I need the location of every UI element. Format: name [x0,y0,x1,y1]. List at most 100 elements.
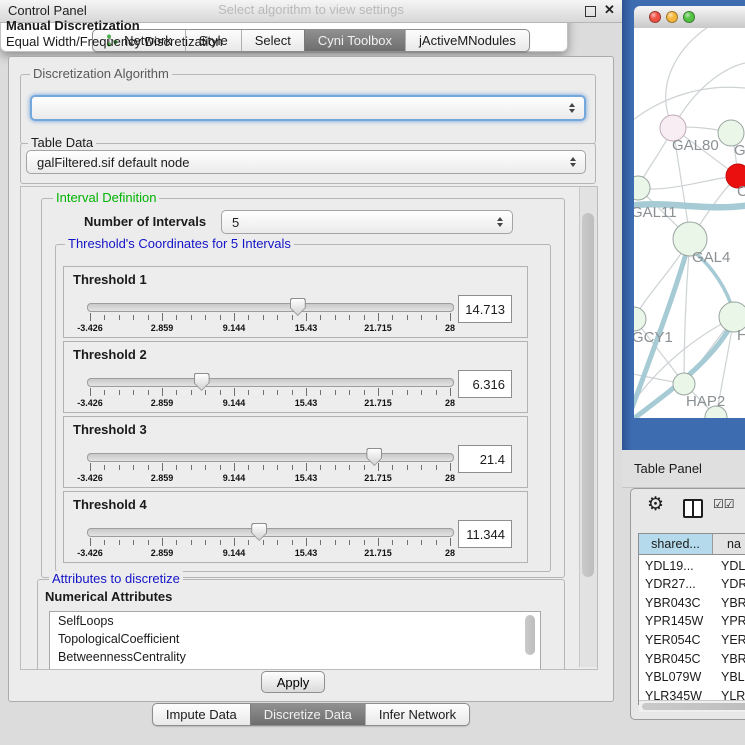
threshold-label: Threshold 3 [73,422,147,437]
slider-track[interactable] [87,453,454,462]
discretization-algorithm-title: Discretization Algorithm [30,66,172,81]
tab-label: Infer Network [379,707,456,722]
minor-tick [220,540,221,545]
minor-tick [263,465,264,470]
tab-discretize-data[interactable]: Discretize Data [250,704,365,725]
slider-handle-face [252,524,266,540]
zoom-traffic-light-icon[interactable] [683,11,695,23]
threshold-value-field[interactable]: 21.4 [458,445,512,473]
minor-tick [392,315,393,320]
dropdown-item-equal-width[interactable]: Equal Width/Frequency Discretization [6,34,223,49]
tab-segment: Impute Data Discretize Data Infer Network [152,703,470,726]
minor-tick [220,315,221,320]
horizontal-scrollbar-thumb[interactable] [642,703,745,710]
attribute-list-item[interactable]: SelfLoops [50,612,540,630]
tick-label: 2.859 [151,323,174,333]
table-cell[interactable]: YDR2 [721,575,745,594]
major-tick [378,388,379,396]
table-cell[interactable]: YDL1 [721,556,745,575]
node-attribute-table[interactable]: shared...naYDL19... YDL1 YDR27... YDR2 YBR04… [638,533,745,705]
slider-handle[interactable] [251,523,267,541]
minor-tick [220,465,221,470]
column-header-1[interactable]: shared... [639,534,713,555]
minor-tick [292,390,293,395]
threshold-label: Threshold 2 [73,347,147,362]
list-scrollbar-thumb[interactable] [525,615,535,655]
table-cell[interactable]: YPR145W [645,612,713,631]
minor-tick [205,540,206,545]
table-cell[interactable]: YBL079W [645,668,713,687]
network-window-titlebar[interactable] [634,6,745,29]
table-cell[interactable]: YBR043C [645,593,713,612]
algorithm-combobox[interactable] [30,95,586,121]
minimize-traffic-light-icon[interactable] [666,11,678,23]
gear-icon[interactable]: ⚙ [647,495,664,514]
table-cell[interactable]: YDR27... [645,575,713,594]
table-cell[interactable]: YBR0 [721,593,745,612]
numerical-attributes-list[interactable]: SelfLoopsTopologicalCoefficientBetweenne… [49,611,541,670]
tick-label: -3.426 [77,548,103,558]
combo-stepper-icon [570,157,577,167]
minor-tick [191,390,192,395]
network-edge[interactable] [666,28,714,128]
network-node[interactable] [673,373,695,395]
attribute-list-item[interactable]: TopologicalCoefficient [50,630,540,648]
table-cell[interactable]: YBR0 [721,649,745,668]
threshold-box-2: Threshold 2-3.4262.8599.14415.4321.71528… [63,341,528,413]
split-columns-icon[interactable] [683,499,703,518]
tab-cyni-toolbox[interactable]: Cyni Toolbox [304,30,405,51]
minor-tick [407,540,408,545]
network-edge[interactable] [673,63,745,128]
minor-tick [176,390,177,395]
tab-select[interactable]: Select [241,30,304,51]
tab-jactivemnodules[interactable]: jActiveMNodules [405,30,529,51]
vertical-scrollbar-thumb[interactable] [582,213,594,577]
threshold-value-field[interactable]: 11.344 [458,520,512,548]
table-cell[interactable]: YBL0 [721,668,745,687]
table-cell[interactable]: YER0 [721,630,745,649]
slider-track[interactable] [87,378,454,387]
threshold-value-field[interactable]: 14.713 [458,295,512,323]
major-tick [378,463,379,471]
select-columns-icon[interactable]: ☑☑ [713,497,735,511]
table-cell[interactable]: YER054C [645,630,713,649]
network-edge[interactable] [638,176,738,189]
minor-tick [292,540,293,545]
major-tick [162,388,163,396]
table-cell[interactable]: YBR045C [645,649,713,668]
slider-track[interactable] [87,528,454,537]
number-of-intervals-combobox[interactable]: 5 [221,210,513,234]
minor-tick [436,315,437,320]
vertical-scrollbar[interactable] [579,187,597,667]
horizontal-scrollbar[interactable] [639,700,745,712]
tab-label: Impute Data [166,707,237,722]
network-node[interactable] [634,307,646,331]
minor-tick [220,390,221,395]
table-cell[interactable]: YDL19... [645,556,713,575]
column-header-2[interactable]: na [713,534,745,555]
major-tick [306,388,307,396]
table-data-combobox[interactable]: galFiltered.sif default node [26,150,586,174]
minor-tick [421,315,422,320]
minor-tick [349,465,350,470]
slider-handle[interactable] [366,448,382,466]
tab-infer-network[interactable]: Infer Network [365,704,469,725]
minor-tick [104,390,105,395]
threshold-value-field[interactable]: 6.316 [458,370,512,398]
tab-impute-data[interactable]: Impute Data [153,704,250,725]
major-tick [90,388,91,396]
dropdown-item-manual[interactable]: Manual Discretization [6,18,140,33]
table-cell[interactable]: YPR1 [721,612,745,631]
minor-tick [407,390,408,395]
slider-handle[interactable] [290,298,306,316]
network-edge[interactable] [634,87,745,123]
major-tick [378,538,379,546]
close-traffic-light-icon[interactable] [649,11,661,23]
slider-handle[interactable] [194,373,210,391]
apply-button[interactable]: Apply [261,671,325,693]
network-canvas[interactable]: GAL80GACGAL11GAL4GCY1HHAP2 [634,28,745,418]
attribute-list-item[interactable]: BetweennessCentrality [50,648,540,666]
slider-track[interactable] [87,303,454,312]
minor-tick [349,540,350,545]
minor-tick [335,540,336,545]
